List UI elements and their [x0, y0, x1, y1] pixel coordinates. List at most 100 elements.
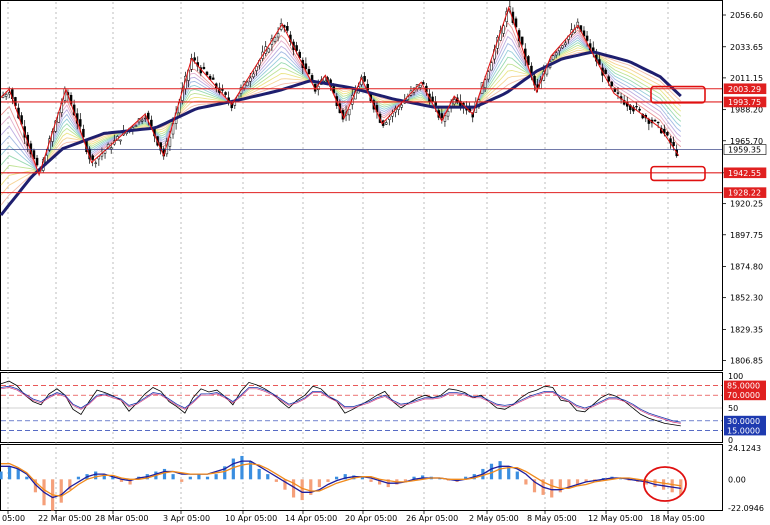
candle-body [91, 155, 94, 160]
macd-histogram-bar [317, 479, 321, 488]
candle-body [440, 113, 444, 118]
level-tag-label: 1959.35 [728, 146, 761, 155]
price-tick-label: 1874.80 [730, 263, 763, 272]
macd-histogram-bar [558, 479, 562, 493]
macd-histogram-bar [515, 471, 519, 480]
oscillator-level-tag-label: 70.0000 [727, 391, 760, 400]
time-tick-label: 8 May 05:00 [527, 514, 577, 523]
candle-body [585, 35, 589, 41]
candle-body [363, 75, 366, 82]
price-tick-label: 2011.15 [730, 74, 763, 83]
oscillator-axis-label: 100 [728, 372, 743, 381]
level-tag-label: 1928.22 [728, 189, 761, 198]
candle-body [147, 112, 150, 120]
macd-histogram-bar [567, 479, 571, 488]
candle-body [252, 73, 255, 78]
macd-histogram-bar [489, 463, 494, 480]
macd-histogram-bar [214, 474, 218, 480]
macd-histogram-bar [197, 474, 201, 480]
price-axis: 2056.602033.652011.151988.201965.701942.… [722, 11, 767, 513]
candle-body [635, 105, 638, 108]
candle-body [276, 33, 280, 38]
macd-histogram-bar [257, 468, 261, 480]
candle-body [168, 136, 172, 147]
candle-body [193, 57, 196, 61]
candle-body [4, 94, 8, 97]
candle-body [384, 122, 388, 125]
macd-histogram-bar [653, 479, 657, 488]
macd-histogram-bar [300, 479, 304, 501]
candle-body [502, 25, 505, 34]
time-tick-label: 18 May 05:00 [650, 514, 705, 523]
price-tick-label: 1920.25 [730, 200, 763, 209]
candle-body [551, 55, 555, 60]
level-tag-label: 1942.55 [728, 169, 761, 178]
candle-body [672, 141, 675, 146]
candle-body [400, 104, 403, 108]
trading-chart: 2056.602033.652011.151988.201965.701942.… [0, 0, 767, 523]
candle-body [134, 125, 138, 127]
oscillator-level-tag-label: 30.0000 [727, 417, 760, 426]
candle-body [205, 71, 209, 76]
macd-axis-label: 0.00 [728, 475, 746, 484]
time-tick-label: 05:00 [2, 514, 25, 523]
macd-histogram-bar [550, 479, 554, 498]
macd-axis-label: -22.0946 [728, 504, 764, 513]
macd-histogram-bar [25, 476, 29, 480]
candle-body [490, 62, 493, 71]
macd-histogram-bar [334, 476, 339, 480]
price-tick-label: 1829.35 [730, 325, 763, 334]
macd-histogram-bar [670, 479, 674, 493]
candle-body [94, 162, 98, 164]
macd-histogram-bar [274, 479, 278, 482]
candle-body [431, 96, 434, 103]
macd-histogram-bar [369, 479, 373, 482]
level-tag-label: 2003.29 [728, 85, 761, 94]
time-tick-label: 2 May 05:00 [469, 514, 519, 523]
candle-body [520, 36, 524, 45]
macd-histogram-bar [661, 479, 666, 490]
time-tick-label: 12 May 05:00 [588, 514, 643, 523]
candle-body [249, 77, 252, 82]
macd-histogram-bar [498, 461, 502, 480]
macd-axis-label: 24.1243 [728, 444, 761, 453]
candle-body [267, 48, 271, 53]
candle-body [202, 66, 206, 69]
candle-body [607, 76, 610, 82]
candle-body [604, 69, 607, 75]
level-tag-label: 1993.75 [728, 98, 761, 107]
candle-body [598, 59, 601, 65]
candle-body [446, 111, 450, 117]
macd-histogram-bar [162, 468, 167, 480]
oscillator-panel [0, 372, 723, 443]
macd-histogram-bar [8, 466, 12, 480]
macd-histogram-bar [76, 476, 81, 480]
macd-histogram-bar [205, 476, 210, 480]
macd-histogram-bar [171, 474, 175, 480]
time-tick-label: 14 Apr 05:00 [285, 514, 337, 523]
candle-body [616, 92, 620, 94]
macd-histogram-bar [16, 468, 20, 480]
candle-body [273, 37, 277, 42]
macd-histogram-bar [326, 479, 330, 482]
price-tick-label: 1806.85 [730, 357, 763, 366]
time-tick-label: 3 Apr 05:00 [163, 514, 210, 523]
macd-histogram-bar [0, 471, 3, 480]
macd-histogram-bar [59, 479, 63, 503]
candle-body [286, 26, 289, 31]
oscillator-axis-label: 50 [728, 404, 738, 413]
candle-body [295, 45, 298, 51]
macd-histogram-bar [188, 476, 192, 480]
candle-body [119, 139, 122, 142]
candle-body [656, 121, 660, 124]
candle-body [418, 84, 422, 88]
candle-body [610, 81, 614, 87]
time-tick-label: 28 Mar 05:00 [95, 514, 148, 523]
oscillator-level-tag-label: 15.0000 [727, 426, 760, 435]
macd-histogram-bar [266, 474, 270, 480]
candle-body [486, 71, 490, 80]
candle-body [310, 75, 314, 81]
time-tick-label: 20 Apr 05:00 [345, 514, 397, 523]
candle-body [109, 147, 113, 150]
candle-body [653, 119, 657, 122]
